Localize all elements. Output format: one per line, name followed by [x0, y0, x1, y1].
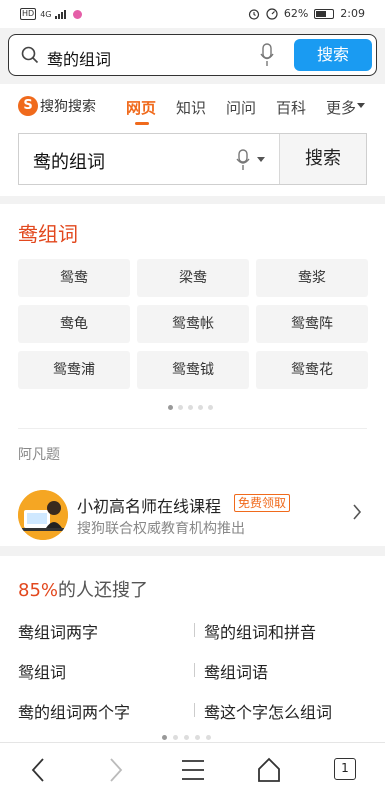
clock: 2:09 — [340, 7, 365, 20]
word-chip[interactable]: 鸳鸯浦 — [18, 351, 130, 389]
tab-count: 1 — [341, 761, 349, 775]
page-dot — [208, 405, 213, 410]
ad-title[interactable]: 小初高名师在线课程 — [77, 493, 221, 517]
page-dot — [184, 735, 189, 740]
word-section-title[interactable]: 鸯组词 — [18, 218, 78, 247]
free-claim-badge[interactable]: 免费领取 — [234, 494, 291, 512]
battery-percent: 62% — [283, 7, 309, 20]
browser-search-bar[interactable]: 鸯的组词 搜索 — [8, 34, 377, 76]
page-dot — [195, 735, 200, 740]
status-bar: HD 4G 62% 2:09 — [0, 0, 385, 28]
word-chip[interactable]: 鸳鸯阵 — [256, 305, 368, 343]
related-link[interactable]: 鸯这个字怎么组词 — [204, 699, 332, 723]
source-label[interactable]: 阿凡题 — [18, 444, 60, 464]
hd-icon: HD — [20, 8, 37, 20]
tab-baike[interactable]: 百科 — [276, 97, 306, 118]
word-chip[interactable]: 鸯浆 — [256, 259, 368, 297]
page-dot — [206, 735, 211, 740]
browser-search-button[interactable]: 搜索 — [294, 39, 372, 71]
menu-icon[interactable] — [181, 757, 205, 783]
chevron-down-icon — [357, 103, 365, 108]
related-searches-title: 85%的人还搜了 — [18, 576, 148, 602]
voice-options-caret-icon[interactable] — [257, 157, 265, 162]
page-dot — [162, 735, 167, 740]
browser-search-query[interactable]: 鸯的组词 — [47, 46, 111, 70]
related-link[interactable]: 鸳的组词和拼音 — [204, 619, 316, 643]
home-icon[interactable] — [257, 757, 281, 783]
word-chip[interactable]: 梁鸯 — [137, 259, 249, 297]
related-percent: 85% — [18, 580, 59, 601]
page-dot — [168, 405, 173, 410]
tab-wenwen[interactable]: 问问 — [226, 97, 256, 118]
ad-subtitle: 搜狗联合权威教育机构推出 — [77, 521, 245, 537]
word-chip[interactable]: 鸳鸯钺 — [137, 351, 249, 389]
page-dot — [188, 405, 193, 410]
microphone-icon[interactable] — [260, 43, 274, 67]
divider — [18, 428, 367, 429]
tab-knowledge[interactable]: 知识 — [176, 97, 206, 118]
status-left: HD 4G — [20, 8, 83, 20]
divider — [194, 663, 195, 677]
carousel-pagination — [162, 735, 211, 740]
related-link[interactable]: 鸯的组词两个字 — [18, 699, 130, 723]
network-label: 4G — [40, 9, 52, 19]
sogou-logo[interactable]: S 搜狗搜索 — [18, 96, 96, 116]
related-link[interactable]: 鸯组词两字 — [18, 619, 98, 643]
related-title-text: 的人还搜了 — [58, 580, 149, 601]
status-right: 62% 2:09 — [248, 7, 365, 20]
main-search-button[interactable]: 搜索 — [280, 134, 366, 184]
divider — [194, 623, 195, 637]
back-icon[interactable] — [30, 757, 46, 783]
page-dot — [173, 735, 178, 740]
sogou-logo-text: 搜狗搜索 — [40, 99, 96, 115]
carousel-pagination — [168, 405, 213, 410]
word-chip[interactable]: 鸳鸯花 — [256, 351, 368, 389]
browser-toolbar: 1 — [0, 742, 385, 800]
teacher-avatar[interactable] — [18, 490, 68, 540]
forward-icon[interactable] — [108, 757, 124, 783]
speed-icon — [266, 7, 278, 20]
sogou-logo-icon: S — [18, 96, 38, 116]
word-chip[interactable]: 鸳鸯帐 — [137, 305, 249, 343]
teacher-illustration-icon — [18, 490, 68, 540]
active-tab-indicator — [135, 122, 149, 125]
search-icon — [21, 46, 39, 64]
battery-icon — [314, 8, 335, 19]
alarm-icon — [248, 8, 259, 20]
microphone-icon[interactable] — [236, 149, 250, 171]
page-dot — [198, 405, 203, 410]
divider — [194, 703, 195, 717]
word-chip[interactable]: 鸯龟 — [18, 305, 130, 343]
main-search-box[interactable]: 鸯的组词 搜索 — [18, 133, 367, 185]
tabs-button[interactable]: 1 — [334, 758, 356, 780]
tab-web[interactable]: 网页 — [126, 97, 156, 118]
chevron-right-icon[interactable] — [352, 503, 362, 521]
app-notification-icon — [73, 9, 83, 19]
page-dot — [178, 405, 183, 410]
signal-icon — [55, 10, 67, 19]
word-chip[interactable]: 鸳鸯 — [18, 259, 130, 297]
related-link[interactable]: 鸳组词 — [18, 659, 66, 683]
related-link[interactable]: 鸯组词语 — [204, 659, 268, 683]
main-search-query[interactable]: 鸯的组词 — [33, 148, 105, 174]
tab-more[interactable]: 更多 — [326, 97, 356, 118]
